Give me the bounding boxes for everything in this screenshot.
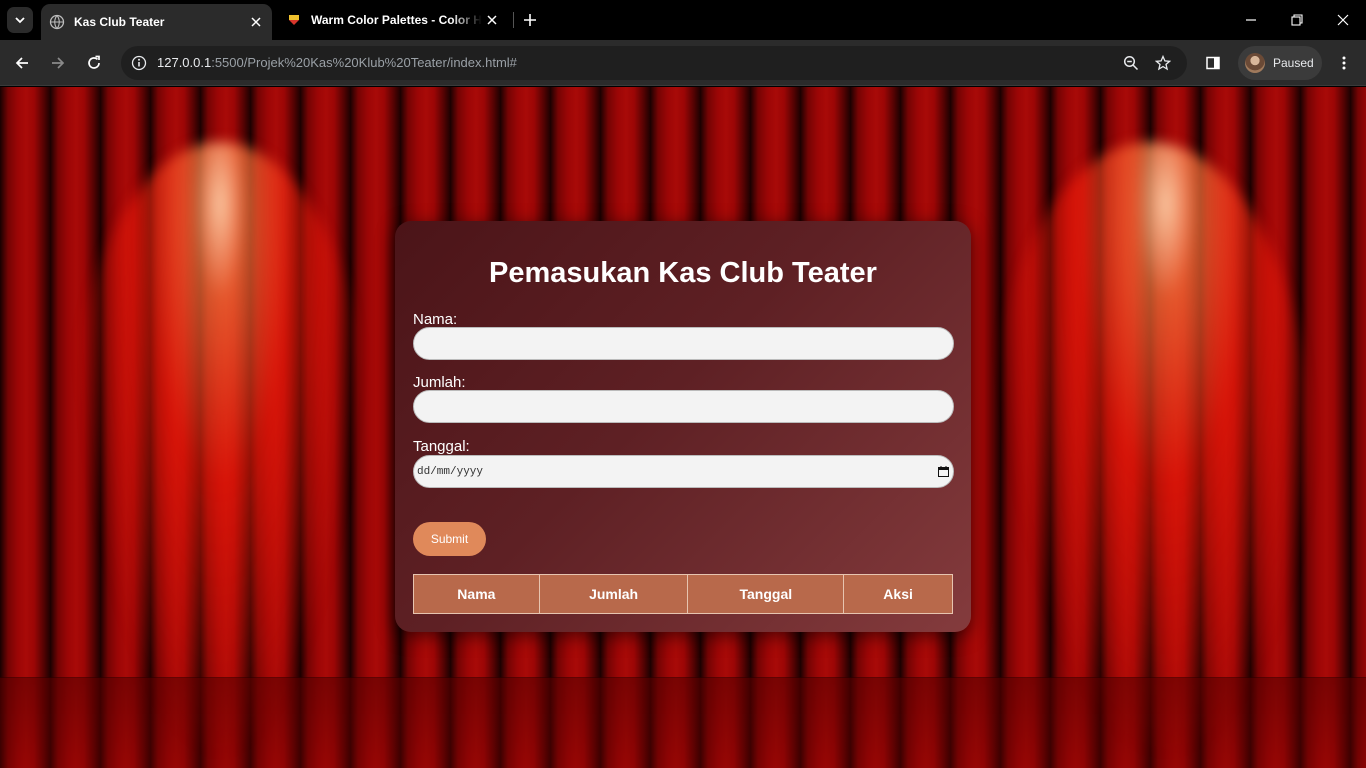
jumlah-label: Jumlah: [413,374,466,391]
address-bar[interactable]: 127.0.0.1:5500/Projek%20Kas%20Klub%20Tea… [121,46,1187,80]
reload-button[interactable] [82,51,106,75]
restore-icon [1291,14,1303,26]
tab-bar: Kas Club Teater Warm Color Palettes - Co… [0,0,1366,40]
minimize-button[interactable] [1239,8,1263,32]
close-window-button[interactable] [1331,8,1355,32]
url-text: 127.0.0.1:5500/Projek%20Kas%20Klub%20Tea… [157,55,517,70]
url-path: :5500/Projek%20Kas%20Klub%20Teater/index… [211,55,517,70]
tab-close-icon[interactable] [482,10,502,30]
spotlight-right [990,142,1310,762]
new-tab-button[interactable] [519,9,541,31]
profile-button[interactable]: Paused [1238,46,1322,80]
tab-warm-color-palettes[interactable]: Warm Color Palettes - Color Hunt [278,0,508,40]
column-header-tanggal: Tanggal [687,574,845,614]
table-header-row: Nama Jumlah Tanggal Aksi [413,574,953,614]
bookmark-star-icon[interactable] [1151,51,1175,75]
tab-search-button[interactable] [7,7,33,33]
submit-button[interactable]: Submit [413,522,486,556]
tab-separator [513,12,514,28]
arrow-left-icon [15,57,28,69]
tanggal-date-input[interactable]: dd/mm/yyyy [413,455,954,488]
url-host: 127.0.0.1 [157,55,212,70]
side-panel-button[interactable] [1201,51,1225,75]
tab-title: Warm Color Palettes - Color Hunt [311,13,482,27]
tab-close-icon[interactable] [246,12,266,32]
globe-icon [49,14,65,30]
kas-form-card: Pemasukan Kas Club Teater Nama: Jumlah: … [395,221,971,632]
stage-floor [0,677,1366,768]
minimize-icon [1246,19,1256,21]
color-hunt-icon [286,12,302,28]
spotlight-left [70,142,370,762]
zoom-icon[interactable] [1119,51,1143,75]
site-info-icon[interactable] [127,51,151,75]
arrow-right-icon [52,57,65,69]
back-button[interactable] [10,51,34,75]
nama-label: Nama: [413,311,458,328]
page-title: Pemasukan Kas Club Teater [489,257,877,289]
plus-icon [524,14,536,26]
profile-status: Paused [1273,56,1314,70]
side-panel-icon [1206,56,1220,70]
browser-menu-button[interactable] [1332,51,1356,75]
jumlah-input[interactable] [413,390,954,423]
more-vertical-icon [1342,56,1346,70]
avatar [1245,53,1265,73]
column-header-aksi: Aksi [843,574,953,614]
forward-button[interactable] [46,51,70,75]
date-placeholder: dd/mm/yyyy [417,465,484,478]
tab-title: Kas Club Teater [74,15,165,29]
restore-button[interactable] [1285,8,1309,32]
nama-input[interactable] [413,327,954,360]
chevron-down-icon [15,17,25,24]
close-icon [1337,14,1349,26]
column-header-nama: Nama [413,574,540,614]
page-viewport: Pemasukan Kas Club Teater Nama: Jumlah: … [0,87,1366,768]
tab-kas-club-teater[interactable]: Kas Club Teater [41,4,272,40]
column-header-jumlah: Jumlah [538,574,689,614]
browser-toolbar: 127.0.0.1:5500/Projek%20Kas%20Klub%20Tea… [0,40,1366,86]
calendar-icon[interactable] [937,466,949,478]
kas-table: Nama Jumlah Tanggal Aksi [413,574,953,614]
tanggal-label: Tanggal: [413,438,470,455]
reload-icon [88,55,100,69]
